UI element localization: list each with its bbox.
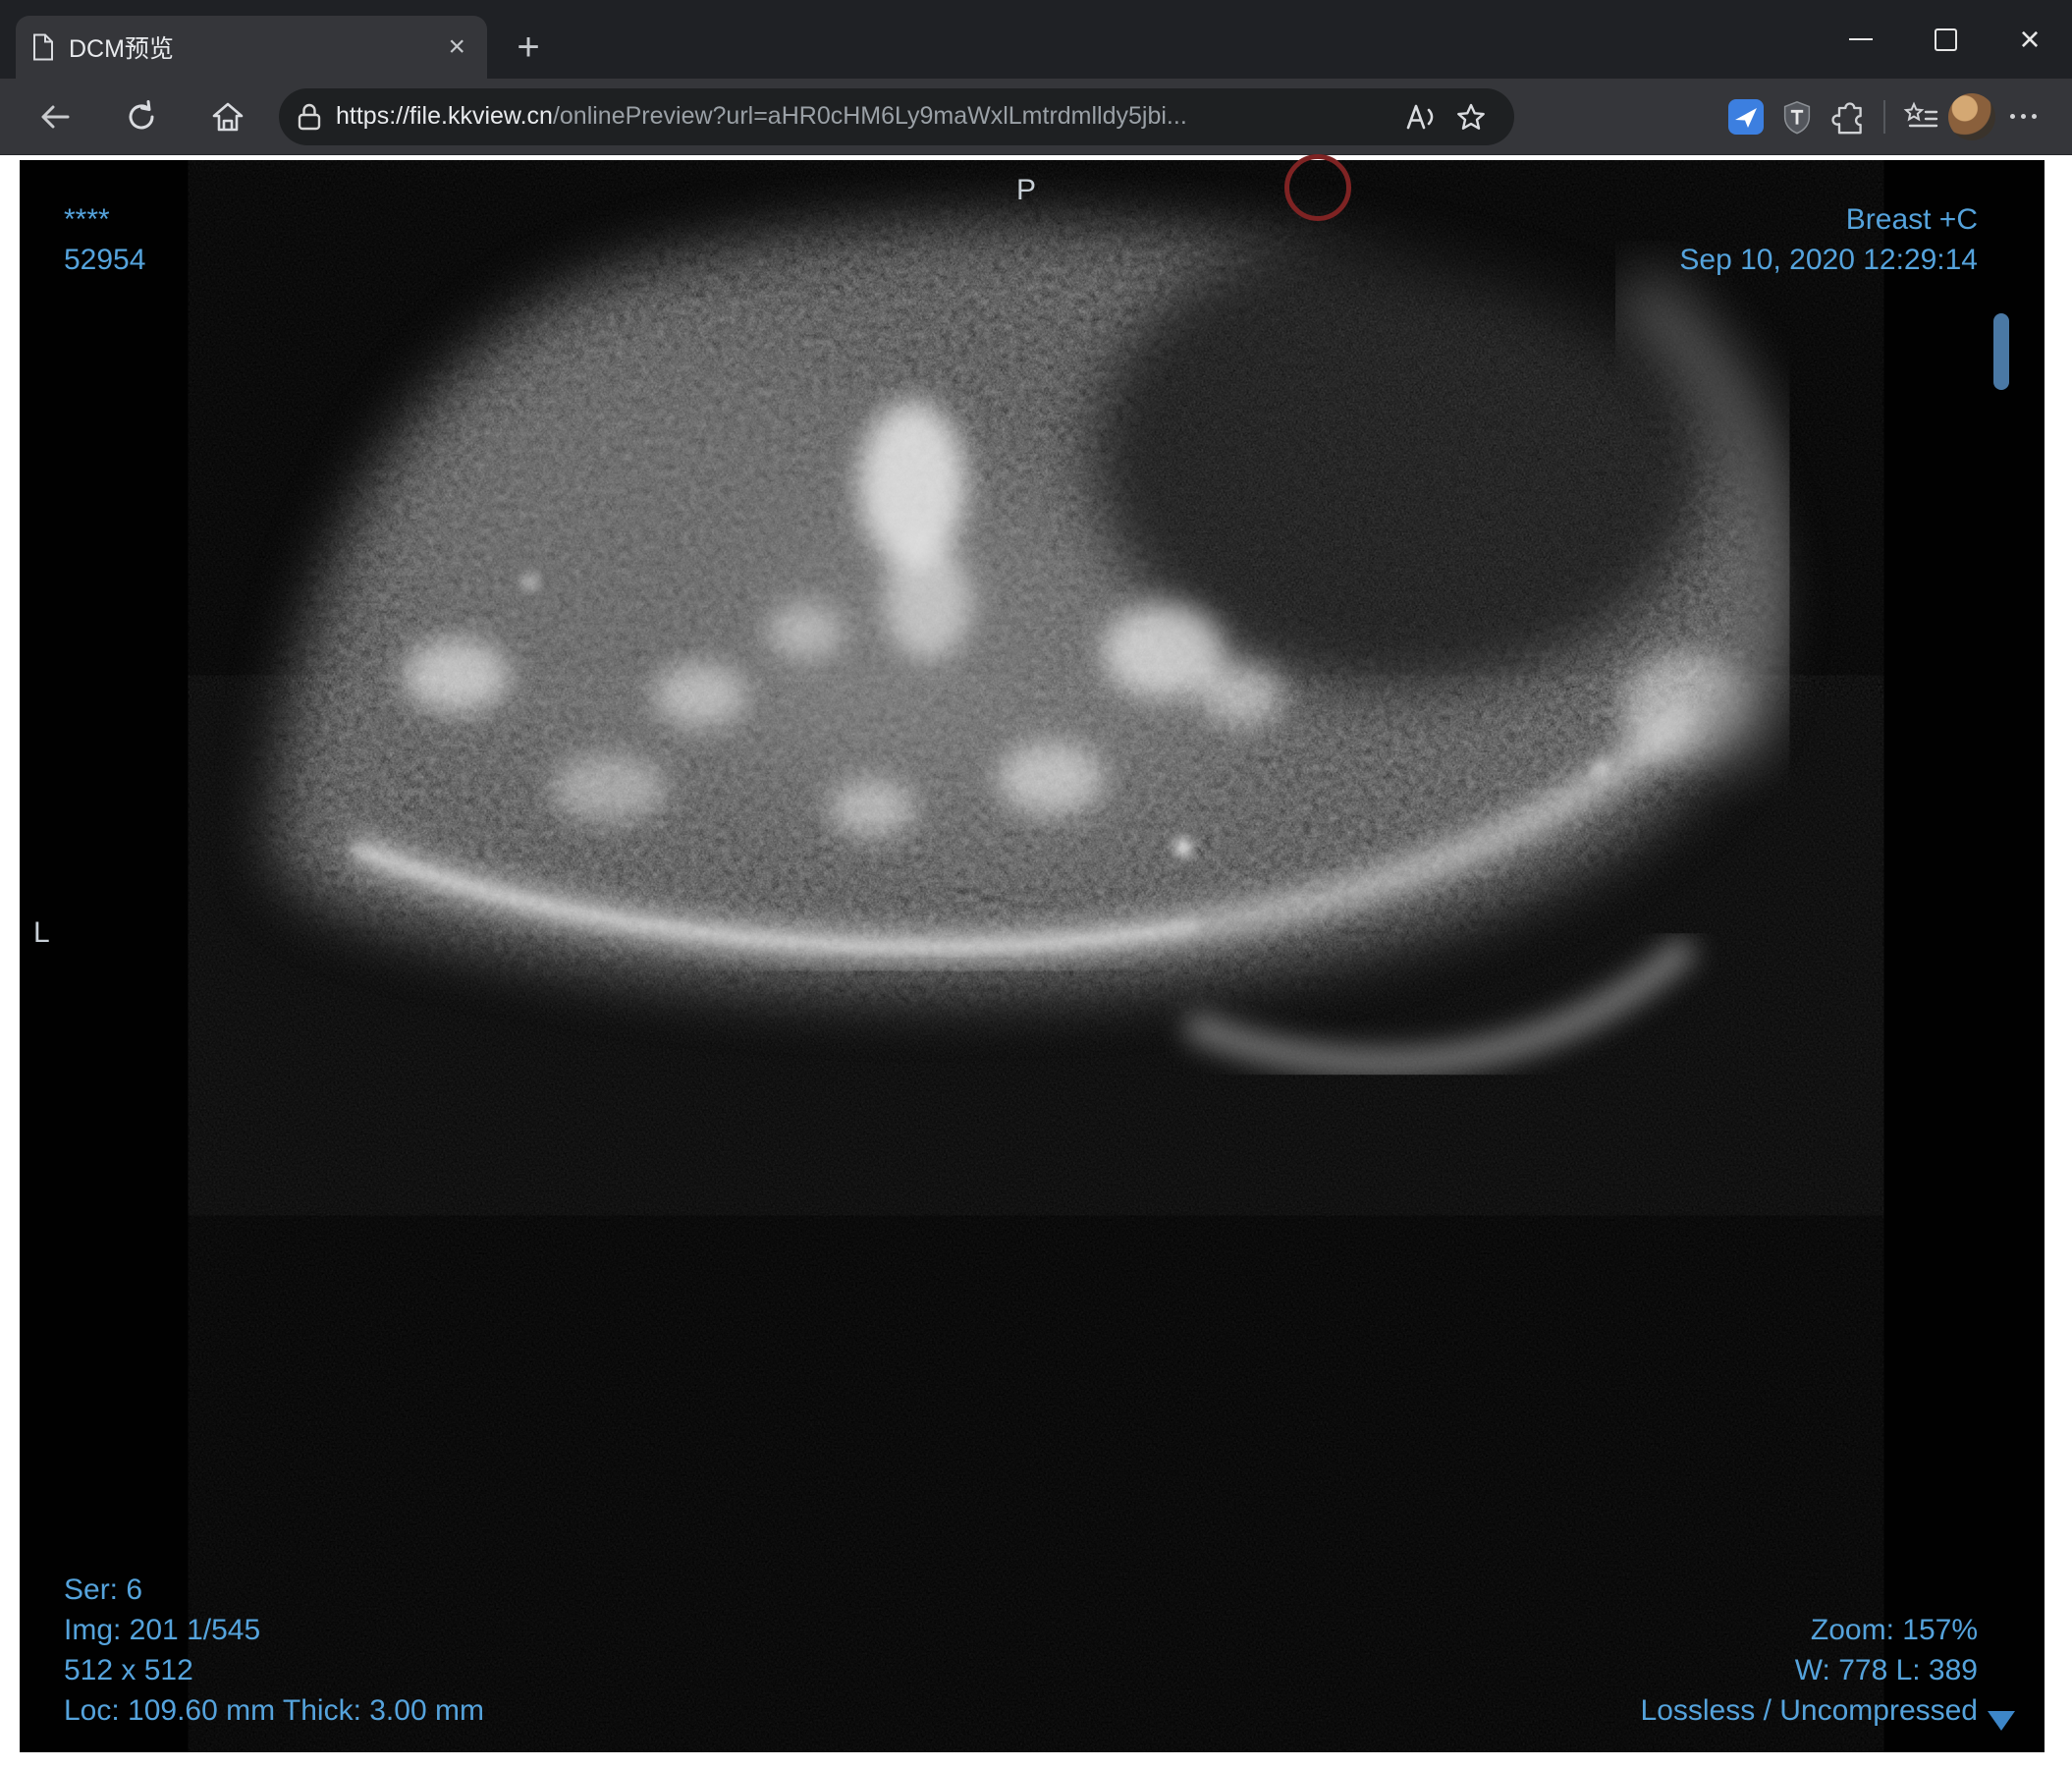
browser-window: DCM预览 × + × https://file.kkview.cn/onlin…: [0, 0, 2072, 1768]
read-aloud-icon: [1406, 104, 1434, 129]
navigation-toolbar: https://file.kkview.cn/onlinePreview?url…: [0, 79, 2072, 155]
address-bar[interactable]: https://file.kkview.cn/onlinePreview?url…: [279, 87, 1514, 145]
extension-blue-icon: [1728, 98, 1764, 135]
favorites-hub-icon: [1903, 100, 1938, 127]
url-host: https://file.kkview.cn: [336, 102, 553, 130]
shield-extension-icon: [1783, 100, 1811, 134]
more-icon: [2009, 114, 2037, 119]
overlay-bottom-right: Zoom: 157% W: 778 L: 389 Lossless / Unco…: [1641, 1610, 1978, 1731]
new-tab-button[interactable]: +: [507, 26, 550, 69]
refresh-button[interactable]: [116, 89, 167, 144]
overlay-compression: Lossless / Uncompressed: [1640, 1694, 1978, 1727]
page-background: **** 52954 P Breast +C Sep 10, 2020 12:2…: [0, 154, 2072, 1768]
overlay-location: Loc: 109.60 mm Thick: 3.00 mm: [64, 1694, 484, 1727]
overlay-patient-id: 52954: [64, 244, 146, 276]
extensions-puzzle-icon: [1831, 101, 1862, 134]
extensions-button[interactable]: [1823, 89, 1874, 144]
home-icon: [212, 102, 244, 131]
close-icon: ×: [2019, 19, 2041, 59]
tab-title: DCM预览: [69, 35, 174, 63]
refresh-icon: [129, 99, 154, 129]
scrollbar-thumb[interactable]: [1993, 313, 2009, 390]
dicom-viewer[interactable]: **** 52954 P Breast +C Sep 10, 2020 12:2…: [20, 154, 2045, 1752]
tab-strip: DCM预览 × + ×: [0, 0, 2072, 79]
back-arrow-icon: [41, 105, 70, 128]
annotation-circle: [1284, 154, 1351, 221]
overlay-study: Breast +C: [1845, 203, 1978, 236]
back-button[interactable]: [29, 89, 81, 144]
overlay-series: Ser: 6: [64, 1574, 143, 1606]
overlay-top-right: Breast +C Sep 10, 2020 12:29:14: [1679, 199, 1978, 280]
favorites-hub-button[interactable]: [1895, 89, 1946, 144]
overlay-matrix: 512 x 512: [64, 1654, 193, 1686]
home-button[interactable]: [202, 89, 253, 144]
extension-blue-button[interactable]: [1720, 89, 1772, 144]
close-window-button[interactable]: ×: [1988, 0, 2072, 79]
minimize-button[interactable]: [1819, 0, 1903, 79]
settings-more-button[interactable]: [1997, 89, 2048, 144]
profile-avatar: [1948, 92, 1995, 140]
window-controls: ×: [1819, 0, 2072, 79]
tab-close-icon[interactable]: ×: [442, 32, 471, 62]
url-text: https://file.kkview.cn/onlinePreview?url…: [336, 102, 1394, 131]
profile-button[interactable]: [1946, 89, 1997, 144]
maximize-icon: [1934, 28, 1957, 51]
overlay-zoom: Zoom: 157%: [1810, 1614, 1978, 1646]
read-aloud-button[interactable]: [1394, 89, 1445, 144]
overlay-top-left: **** 52954: [64, 199, 145, 280]
maximize-button[interactable]: [1903, 0, 1988, 79]
toolbar-divider: [1883, 99, 1885, 134]
scroll-down-arrow[interactable]: [1988, 1711, 2015, 1731]
document-icon: [33, 33, 53, 61]
overlay-datetime: Sep 10, 2020 12:29:14: [1679, 244, 1978, 276]
shield-extension-button[interactable]: [1772, 89, 1823, 144]
url-path: /onlinePreview?url=aHR0cHM6Ly9maWxlLmtrd…: [552, 102, 1187, 130]
browser-tab[interactable]: DCM预览 ×: [16, 16, 487, 79]
mri-image: [20, 160, 2045, 1752]
overlay-bottom-left: Ser: 6 Img: 201 1/545 512 x 512 Loc: 109…: [64, 1570, 484, 1731]
orientation-marker-left: L: [33, 916, 50, 949]
minimize-icon: [1849, 38, 1873, 40]
favorite-star-icon: [1457, 103, 1485, 130]
favorite-button[interactable]: [1445, 89, 1497, 144]
overlay-image-index: Img: 201 1/545: [64, 1614, 261, 1646]
overlay-stars: ****: [64, 203, 110, 236]
overlay-window-level: W: 778 L: 389: [1794, 1654, 1978, 1686]
lock-icon[interactable]: [297, 102, 322, 132]
orientation-marker-posterior: P: [1016, 174, 1037, 206]
